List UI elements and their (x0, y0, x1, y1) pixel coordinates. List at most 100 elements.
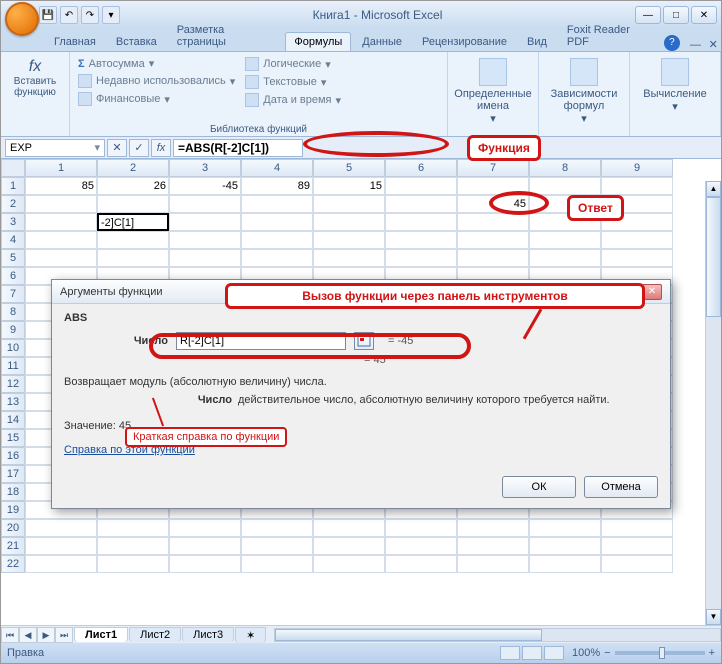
cell[interactable] (457, 231, 529, 249)
cell[interactable] (529, 177, 601, 195)
row-header[interactable]: 22 (1, 555, 25, 573)
cell[interactable] (385, 195, 457, 213)
cell[interactable] (529, 537, 601, 555)
calculation-button[interactable]: Вычисление▾ (636, 54, 714, 113)
view-normal-button[interactable] (500, 646, 520, 660)
cell[interactable] (25, 555, 97, 573)
cell[interactable] (169, 231, 241, 249)
cell[interactable] (25, 519, 97, 537)
cell[interactable]: 89 (241, 177, 313, 195)
fx-button[interactable]: fx (151, 139, 171, 157)
cell[interactable] (97, 195, 169, 213)
cell[interactable] (457, 537, 529, 555)
col-header[interactable]: 7 (457, 159, 529, 177)
scroll-thumb[interactable] (706, 197, 721, 317)
sheet-nav-last[interactable]: ⏭ (55, 627, 73, 643)
formula-input[interactable]: =ABS(R[-2]C[1]) (173, 139, 303, 157)
zoom-level[interactable]: 100% (572, 647, 600, 659)
tab-page-layout[interactable]: Разметка страницы (168, 20, 284, 51)
row-header[interactable]: 15 (1, 429, 25, 447)
qat-dropdown-icon[interactable]: ▾ (102, 6, 120, 24)
row-header[interactable]: 17 (1, 465, 25, 483)
row-header[interactable]: 4 (1, 231, 25, 249)
cell[interactable]: -45 (169, 177, 241, 195)
scroll-up-button[interactable]: ▲ (706, 181, 721, 197)
cell[interactable] (385, 177, 457, 195)
tab-review[interactable]: Рецензирование (413, 32, 516, 51)
view-pagebreak-button[interactable] (544, 646, 564, 660)
row-header[interactable]: 6 (1, 267, 25, 285)
tab-foxit[interactable]: Foxit Reader PDF (558, 20, 662, 51)
select-all-corner[interactable] (1, 159, 25, 177)
cell[interactable] (25, 537, 97, 555)
cell[interactable] (25, 249, 97, 267)
cell[interactable] (601, 519, 673, 537)
sheet-nav-first[interactable]: ⏮ (1, 627, 19, 643)
cell[interactable] (97, 519, 169, 537)
cell[interactable] (313, 213, 385, 231)
row-header[interactable]: 18 (1, 483, 25, 501)
row-header[interactable]: 8 (1, 303, 25, 321)
cell[interactable] (241, 195, 313, 213)
row-header[interactable]: 10 (1, 339, 25, 357)
cell[interactable] (601, 249, 673, 267)
cell[interactable]: -2]C[1] (97, 213, 169, 231)
cell[interactable] (25, 231, 97, 249)
cell[interactable] (169, 555, 241, 573)
cell[interactable] (313, 195, 385, 213)
autosum-button[interactable]: ΣАвтосумма ▾ (76, 56, 237, 71)
undo-icon[interactable]: ↶ (60, 6, 78, 24)
cell[interactable]: 15 (313, 177, 385, 195)
cell[interactable] (241, 555, 313, 573)
scroll-down-button[interactable]: ▼ (706, 609, 721, 625)
cell[interactable] (601, 537, 673, 555)
row-header[interactable]: 5 (1, 249, 25, 267)
defined-names-button[interactable]: Определенные имена▾ (454, 54, 532, 125)
cell[interactable] (169, 213, 241, 231)
sheet-nav-next[interactable]: ▶ (37, 627, 55, 643)
cell[interactable] (241, 537, 313, 555)
cell[interactable] (529, 231, 601, 249)
cancel-formula-button[interactable]: ✕ (107, 139, 127, 157)
cell[interactable] (385, 231, 457, 249)
row-header[interactable]: 1 (1, 177, 25, 195)
view-layout-button[interactable] (522, 646, 542, 660)
cell[interactable] (241, 519, 313, 537)
vertical-scrollbar[interactable]: ▲ ▼ (705, 181, 721, 625)
name-box[interactable]: EXP▾ (5, 139, 105, 157)
cell[interactable] (25, 195, 97, 213)
workbook-close-icon[interactable]: ✕ (705, 38, 721, 51)
sheet-tab-3[interactable]: Лист3 (182, 627, 234, 642)
row-header[interactable]: 20 (1, 519, 25, 537)
cell[interactable] (601, 555, 673, 573)
tab-data[interactable]: Данные (353, 32, 411, 51)
hscroll-thumb[interactable] (275, 629, 542, 641)
cell[interactable] (169, 537, 241, 555)
cell[interactable] (529, 555, 601, 573)
cell[interactable] (457, 519, 529, 537)
cell[interactable]: 85 (25, 177, 97, 195)
row-header[interactable]: 12 (1, 375, 25, 393)
col-header[interactable]: 9 (601, 159, 673, 177)
row-header[interactable]: 9 (1, 321, 25, 339)
row-header[interactable]: 19 (1, 501, 25, 519)
cell[interactable] (97, 249, 169, 267)
cell[interactable]: 26 (97, 177, 169, 195)
financial-button[interactable]: Финансовые ▾ (76, 91, 237, 107)
cell[interactable] (25, 213, 97, 231)
cell[interactable] (601, 177, 673, 195)
office-button[interactable] (5, 2, 39, 36)
cell[interactable] (241, 231, 313, 249)
col-header[interactable]: 6 (385, 159, 457, 177)
enter-formula-button[interactable]: ✓ (129, 139, 149, 157)
cell[interactable] (385, 249, 457, 267)
cell[interactable] (97, 537, 169, 555)
zoom-in-button[interactable]: + (709, 647, 715, 659)
sheet-tab-2[interactable]: Лист2 (129, 627, 181, 642)
ok-button[interactable]: ОК (502, 476, 576, 498)
row-header[interactable]: 21 (1, 537, 25, 555)
col-header[interactable]: 4 (241, 159, 313, 177)
cell[interactable] (241, 249, 313, 267)
redo-icon[interactable]: ↷ (81, 6, 99, 24)
close-button[interactable]: ✕ (691, 6, 717, 24)
